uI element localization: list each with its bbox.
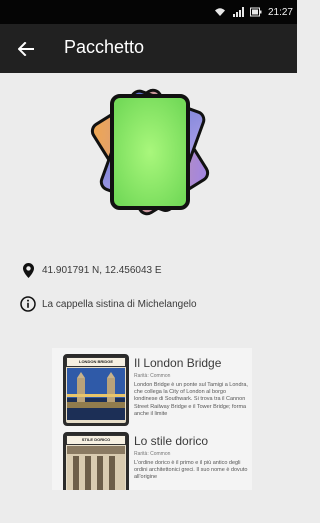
card-thumbnail-banner: LONDON BRIDGE (66, 357, 126, 367)
signal-icon (232, 7, 244, 17)
card-list[interactable]: LONDON BRIDGE Il London Bridge Rarità: C… (52, 348, 252, 490)
info-text: La cappella sistina di Michelangelo (42, 298, 197, 310)
card-thumbnail-banner: STILE DORICO (66, 435, 126, 445)
doric-column-image (67, 446, 125, 490)
back-button[interactable] (12, 36, 40, 62)
london-bridge-image (67, 368, 125, 420)
card-description: L'ordine dorico è il primo e il più anti… (134, 460, 248, 481)
card-item-stile-dorico[interactable]: STILE DORICO Lo stile dorico Rarità: Com… (52, 432, 252, 490)
wifi-icon (214, 8, 225, 16)
status-bar: 21:27 (0, 0, 297, 24)
card-title: Lo stile dorico (134, 434, 209, 448)
page-title: Pacchetto (64, 37, 145, 57)
location-text: 41.901791 N, 12.456043 E (42, 264, 162, 276)
status-icons: 21:27 (214, 0, 293, 24)
card-thumbnail: STILE DORICO (63, 432, 129, 490)
location-row: 41.901791 N, 12.456043 E (20, 262, 162, 278)
location-pin-icon (20, 262, 36, 278)
battery-icon (249, 7, 262, 17)
info-icon (20, 296, 36, 312)
app-bar: Pacchetto (0, 24, 297, 73)
card-rarity: Rarità: Common (134, 373, 171, 379)
status-time: 21:27 (267, 6, 293, 18)
card-rarity: Rarità: Common (134, 451, 171, 457)
card-thumbnail: LONDON BRIDGE (63, 354, 129, 426)
card-title: Il London Bridge (134, 356, 222, 370)
card-pack-icon (76, 82, 224, 222)
arrow-back-icon (18, 42, 34, 56)
card-description: London Bridge è un ponte sul Tamigi a Lo… (134, 382, 248, 417)
info-row: La cappella sistina di Michelangelo (20, 296, 197, 312)
card-item-london-bridge[interactable]: LONDON BRIDGE Il London Bridge Rarità: C… (52, 354, 252, 432)
